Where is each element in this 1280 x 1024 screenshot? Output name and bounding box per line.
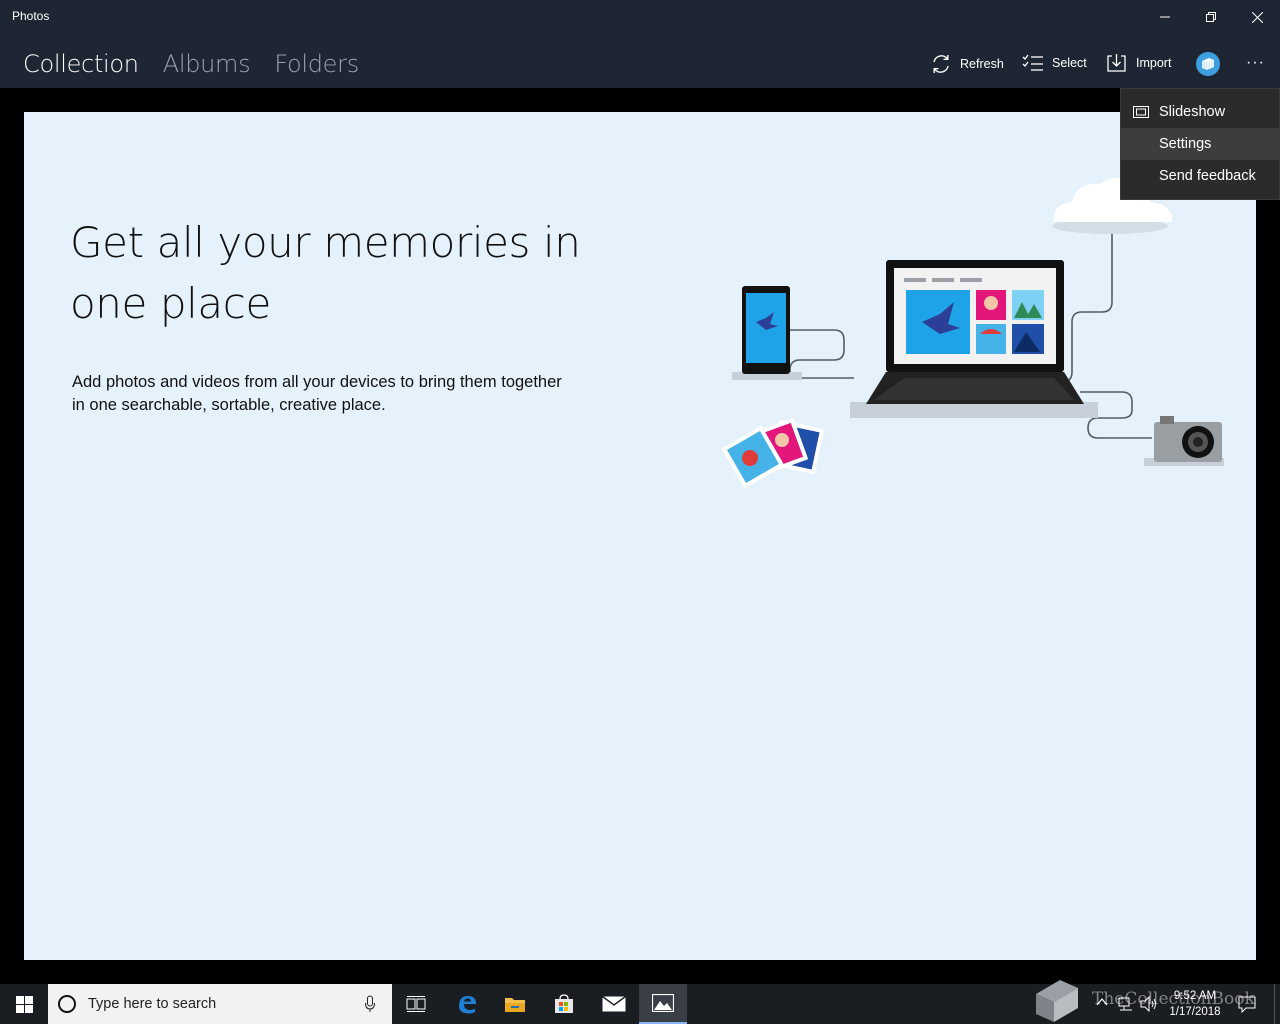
menu-item-label: Send feedback [1159, 168, 1256, 184]
window-title: Photos [12, 9, 50, 23]
store-button[interactable] [540, 984, 588, 1024]
task-view-icon [406, 996, 426, 1012]
folder-icon [505, 998, 525, 1012]
menu-item-send-feedback[interactable]: Send feedback [1121, 160, 1279, 192]
more-options-button[interactable]: ··· [1246, 54, 1265, 72]
minimize-icon [1160, 16, 1170, 18]
start-button[interactable] [0, 984, 48, 1024]
menu-item-slideshow[interactable]: Slideshow [1121, 96, 1279, 128]
restore-icon [1206, 12, 1216, 22]
nav-tabs: Collection Albums Folders [23, 50, 359, 78]
more-options-menu: Slideshow Settings Send feedback [1120, 88, 1280, 200]
file-explorer-button[interactable] [491, 984, 539, 1024]
network-icon[interactable] [1118, 996, 1134, 1012]
action-center-icon[interactable] [1238, 996, 1256, 1013]
laptop-icon [850, 260, 1098, 418]
close-icon [1251, 11, 1263, 23]
select-label: Select [1052, 56, 1087, 70]
select-button[interactable]: Select [1022, 53, 1087, 73]
slideshow-icon [1133, 106, 1149, 118]
account-avatar[interactable] [1196, 52, 1220, 76]
phone-icon [732, 286, 802, 380]
task-view-button[interactable] [392, 984, 440, 1024]
mail-button[interactable] [590, 984, 638, 1024]
devices-illustration [721, 178, 1224, 489]
store-bag-icon [555, 994, 573, 1013]
camera-icon [1144, 416, 1224, 466]
import-button[interactable]: Import [1106, 53, 1171, 73]
clock-time: 9:52 AM [1173, 990, 1217, 1002]
app-header: Collection Albums Folders Refresh Select [0, 34, 1280, 88]
watermark-book-icon [1036, 980, 1078, 1022]
book-icon [1202, 58, 1214, 70]
close-button[interactable] [1234, 0, 1280, 34]
photos-taskbar-button[interactable] [639, 984, 687, 1024]
menu-item-label: Slideshow [1159, 104, 1226, 120]
import-label: Import [1136, 56, 1172, 70]
restore-button[interactable] [1188, 0, 1234, 34]
clock-date: 1/17/2018 [1169, 1006, 1221, 1018]
show-desktop-divider[interactable] [1274, 984, 1275, 1024]
edge-icon [459, 996, 476, 1014]
photos-window: Photos Collection Albums Folders Refresh [0, 0, 1280, 984]
minimize-button[interactable] [1142, 0, 1188, 34]
menu-item-settings[interactable]: Settings [1121, 128, 1279, 160]
search-placeholder: Type here to search [88, 996, 217, 1012]
volume-icon[interactable] [1140, 996, 1158, 1012]
tab-collection[interactable]: Collection [23, 50, 139, 78]
refresh-button[interactable]: Refresh [930, 53, 1004, 75]
menu-item-label: Settings [1159, 136, 1212, 152]
edge-browser-button[interactable] [443, 984, 491, 1024]
mail-icon [602, 996, 626, 1012]
windows-logo-icon [15, 995, 33, 1013]
refresh-label: Refresh [960, 57, 1004, 71]
page-description: Add photos and videos from all your devi… [72, 373, 562, 414]
empty-collection-panel: Get all your memories in one place Add p… [24, 112, 1256, 960]
tab-albums[interactable]: Albums [163, 50, 251, 78]
title-bar: Photos [0, 0, 1280, 34]
photos-stack-icon [721, 417, 825, 489]
import-icon [1107, 54, 1126, 72]
system-clock[interactable]: 9:52 AM 1/17/2018 [1160, 988, 1230, 1020]
taskbar: Type here to search TheCollectionBook 9:… [0, 980, 1280, 1024]
select-icon [1022, 54, 1043, 71]
photos-app-icon [652, 994, 674, 1012]
cortana-icon [58, 995, 76, 1013]
tab-folders[interactable]: Folders [274, 50, 359, 78]
taskbar-search-box[interactable]: Type here to search [48, 984, 392, 1024]
chevron-up-icon[interactable] [1096, 997, 1108, 1007]
microphone-icon[interactable] [364, 995, 376, 1013]
page-headline: Get all your memories in one place [70, 218, 581, 328]
refresh-icon [933, 55, 949, 73]
